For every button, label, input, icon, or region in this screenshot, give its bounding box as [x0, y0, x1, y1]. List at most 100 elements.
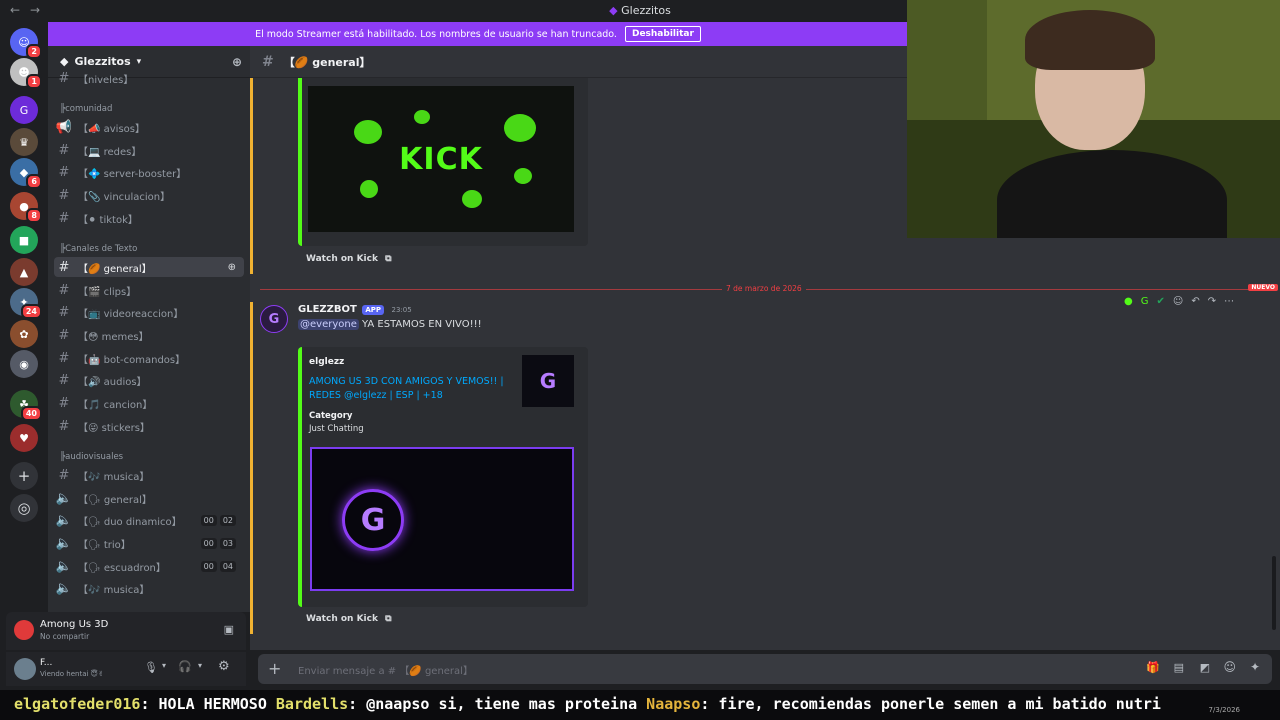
channel-label: 【niveles】 [78, 74, 134, 85]
message-composer[interactable]: + Enviar mensaje a # 【🏉 general】 🎁 ▤ ◩ ☺… [258, 654, 1272, 684]
sticker-icon[interactable]: ◩ [1200, 661, 1210, 674]
server-icon[interactable]: ● 8 [10, 192, 42, 223]
microphone-icon[interactable]: 🎙 [144, 661, 158, 674]
server-icon[interactable]: ☘ 40 [10, 390, 42, 421]
sidebar-channel-item[interactable]: 🔈 【🗣 trio】 00 03 [54, 533, 244, 553]
channel-partial[interactable]: # 【niveles】 [54, 72, 244, 84]
embed-title-link[interactable]: AMONG US 3D CON AMIGOS Y VEMOS!! | REDES… [309, 375, 509, 403]
server-icon[interactable]: ☻ 1 [10, 58, 42, 89]
reaction-icon[interactable]: ● [1124, 296, 1133, 307]
attach-plus-icon[interactable]: + [268, 659, 281, 678]
watch-label: Watch on Kick [306, 614, 378, 624]
user-panel: F... Viendo hentai 😇✌ 🎙 ▾ 🎧 ▾ ⚙ [6, 652, 246, 686]
channel-topbar: # 【🏉 general】 [250, 46, 907, 78]
headphones-icon[interactable]: 🎧 [178, 660, 192, 673]
sidebar-channel-item[interactable]: 🔈 【🗣 duo dinamico】 00 02 [54, 510, 244, 530]
voice-count-limit: 04 [219, 560, 236, 572]
gif-icon[interactable]: ▤ [1174, 661, 1184, 674]
apps-icon[interactable]: ✦ [1250, 660, 1260, 674]
message-text: YA ESTAMOS EN VIVO!!! [358, 319, 482, 330]
server-icon[interactable]: ♛ [10, 128, 38, 156]
gift-icon[interactable]: 🎁 [1146, 661, 1160, 674]
sidebar-channel-item[interactable]: 📢 【📣 avisos】 [54, 117, 244, 137]
activity-title: Among Us 3D [40, 619, 109, 630]
server-icon[interactable]: ■ [10, 226, 38, 254]
screen-share-icon[interactable]: ▣ [224, 623, 234, 636]
server-icon[interactable]: ♥ [10, 424, 38, 452]
date-divider-label: 7 de marzo de 2026 [722, 284, 806, 293]
external-link-icon: ⧉ [385, 614, 392, 624]
message-input[interactable]: Enviar mensaje a # 【🏉 general】 [298, 662, 473, 677]
stream-preview-image[interactable]: G [310, 447, 574, 591]
channel-label: 【🎬 clips】 [78, 286, 137, 298]
server-icon[interactable]: ✦ 24 [10, 288, 42, 319]
server-icon[interactable]: G [10, 96, 38, 124]
gear-icon[interactable]: ⚙ [218, 659, 230, 674]
sidebar-channel-item[interactable]: # 【📎 vinculacion】 [54, 185, 244, 205]
glezz-logo: G [342, 489, 404, 551]
sidebar-channel-item[interactable]: # 【🎬 clips】 [54, 280, 244, 300]
server-icon[interactable]: ▲ [10, 258, 38, 286]
kick-thumbnail[interactable]: KICK [308, 86, 574, 232]
watch-on-kick-button[interactable]: Watch on Kick ⧉ [306, 254, 392, 264]
reply-icon[interactable]: ↶ [1191, 296, 1199, 307]
hair-shape [1025, 10, 1155, 70]
embed-thumbnail[interactable]: G [522, 355, 574, 407]
hash-icon: # [58, 210, 70, 226]
watch-on-kick-button[interactable]: Watch on Kick ⧉ [306, 614, 392, 624]
streamer-mode-banner: El modo Streamer está habilitado. Los no… [48, 22, 908, 46]
server-icon[interactable]: ☺ 2 [10, 28, 42, 59]
sidebar-channel-item[interactable]: # 【🎵 cancion】 [54, 393, 244, 413]
discover-icon[interactable]: ◎ [10, 494, 38, 522]
voice-user-count: 00 04 [200, 560, 236, 572]
add-member-icon[interactable]: ⊕ [232, 55, 242, 69]
sidebar-channel-item[interactable]: # 【💠 server-booster】 [54, 162, 244, 182]
server-icon[interactable]: ✿ [10, 320, 38, 348]
channel-label: 【🎵 cancion】 [78, 399, 153, 411]
sidebar-channel-item[interactable]: # 【🏉 general】 ⊕ [54, 257, 244, 277]
sidebar-channel-item[interactable]: # 【💻 redes】 [54, 140, 244, 160]
speaker-icon: 🔈 [55, 490, 73, 506]
check-icon[interactable]: ✔ [1156, 296, 1164, 307]
message-content: @everyone YA ESTAMOS EN VIVO!!! [298, 319, 482, 330]
add-member-icon[interactable]: ⊕ [228, 262, 236, 273]
sidebar-channel-item[interactable]: # 【😳 memes】 [54, 325, 244, 345]
emoji-icon[interactable]: ☺ [1223, 660, 1236, 674]
channel-label: 【😜 stickers】 [78, 422, 150, 434]
bot-avatar[interactable]: G [260, 305, 288, 333]
sidebar-channel-item[interactable]: # 【📺 videoreaccion】 [54, 302, 244, 322]
chevron-down-icon[interactable]: ▾ [162, 661, 166, 670]
ticker-user: Bardells [275, 695, 349, 713]
message-author[interactable]: GLEZZBOT [298, 304, 357, 315]
server-icon[interactable]: ◉ [10, 350, 38, 378]
unread-badge: 40 [20, 406, 42, 421]
forward-icon[interactable]: ↷ [1208, 296, 1216, 307]
scrollbar[interactable] [1272, 556, 1276, 630]
sidebar-channel-item[interactable]: # 【😜 stickers】 [54, 416, 244, 436]
sidebar-channel-item[interactable]: # 【🎶 musica】 [54, 465, 244, 485]
sidebar-channel-item[interactable]: 🔈 【🎶 musica】 [54, 578, 244, 598]
everyone-mention[interactable]: @everyone [298, 319, 359, 330]
channel-category[interactable]: ╠Canales de Texto [60, 244, 137, 254]
embed-provider[interactable]: elglezz [309, 357, 344, 367]
more-icon[interactable]: ⋯ [1224, 296, 1234, 307]
channel-category[interactable]: ╠comunidad [60, 104, 112, 114]
sidebar-channel-item[interactable]: # 【⚫ tiktok】 [54, 208, 244, 228]
server-icon[interactable]: ◆ 6 [10, 158, 42, 189]
add-server-icon[interactable]: + [10, 462, 38, 490]
avatar[interactable] [14, 658, 36, 680]
sidebar-channel-item[interactable]: # 【🔊 audios】 [54, 370, 244, 390]
sidebar-channel-item[interactable]: 🔈 【🗣 general】 [54, 488, 244, 508]
sidebar-channel-item[interactable]: 🔈 【🗣 escuadron】 00 04 [54, 556, 244, 576]
external-link-icon: ⧉ [385, 254, 392, 264]
channel-category[interactable]: ╠audiovisuales [60, 452, 123, 462]
hash-icon: # [58, 304, 70, 320]
chevron-down-icon[interactable]: ▾ [198, 661, 202, 670]
sidebar-channel-item[interactable]: # 【🤖 bot-comandos】 [54, 348, 244, 368]
add-reaction-icon[interactable]: ☺ [1173, 296, 1183, 307]
disable-streamer-button[interactable]: Deshabilitar [624, 26, 701, 42]
hash-icon: # [58, 142, 70, 158]
reaction-icon[interactable]: G [1141, 296, 1149, 307]
taskbar-clock: 7/3/2026 [1208, 706, 1240, 714]
ticker-user: elgatofeder016 [14, 695, 141, 713]
